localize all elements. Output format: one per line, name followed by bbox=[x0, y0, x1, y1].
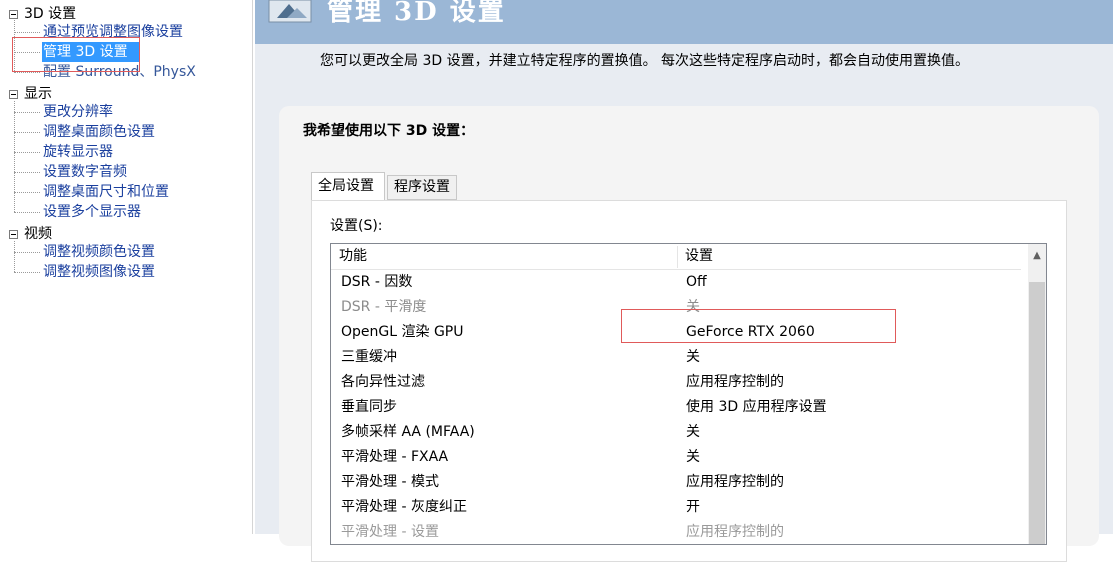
table-row[interactable]: 三重缓冲 关 bbox=[331, 345, 1021, 370]
tree-connector bbox=[14, 112, 40, 113]
tree-connector bbox=[14, 212, 40, 213]
feature-name: 平滑处理 - FXAA bbox=[341, 449, 449, 465]
feature-value: 关 bbox=[686, 349, 700, 365]
scroll-up-arrow-icon[interactable]: ▲ bbox=[1028, 244, 1046, 268]
tree-connector bbox=[14, 241, 15, 272]
settings-listview: 功能 设置 DSR - 因数 Off DSR - 平滑度 关 OpenGL 渲染… bbox=[330, 243, 1047, 545]
feature-value: 应用程序控制的 bbox=[686, 474, 784, 490]
feature-value: 关 bbox=[686, 424, 700, 440]
feature-name: 平滑处理 - 模式 bbox=[341, 474, 439, 490]
nvidia-3d-icon bbox=[268, 0, 312, 23]
column-header-setting[interactable]: 设置 bbox=[685, 244, 713, 269]
tree-connector bbox=[14, 152, 40, 153]
collapse-toggle-3d[interactable] bbox=[9, 10, 18, 19]
table-row[interactable]: 各向异性过滤 应用程序控制的 bbox=[331, 370, 1021, 395]
collapse-toggle-video[interactable] bbox=[9, 230, 18, 239]
table-row[interactable]: 平滑处理 - 灰度纠正 开 bbox=[331, 495, 1021, 520]
tree-item-desktop-color[interactable]: 调整桌面颜色设置 bbox=[43, 122, 155, 142]
settings-heading: 我希望使用以下 3D 设置： bbox=[303, 123, 475, 139]
tree-connector bbox=[14, 172, 40, 173]
tab-panel-global: 设置(S): 功能 设置 DSR - 因数 Off DSR - 平滑度 关 Op… bbox=[311, 200, 1067, 562]
feature-name: DSR - 平滑度 bbox=[341, 299, 427, 315]
page-header: 管理 3D 设置 bbox=[255, 0, 1113, 44]
tree-connector bbox=[14, 252, 40, 253]
scrollbar-thumb[interactable] bbox=[1029, 282, 1045, 544]
feature-value: 开 bbox=[686, 499, 700, 515]
tree-connector bbox=[14, 192, 40, 193]
feature-name: 多帧采样 AA (MFAA) bbox=[341, 424, 475, 440]
tree-item-change-resolution[interactable]: 更改分辨率 bbox=[43, 102, 113, 122]
table-row[interactable]: 垂直同步 使用 3D 应用程序设置 bbox=[331, 395, 1021, 420]
listview-header: 功能 设置 bbox=[331, 244, 1021, 270]
tree-item-video-color[interactable]: 调整视频颜色设置 bbox=[43, 242, 155, 262]
feature-name: 三重缓冲 bbox=[341, 349, 397, 365]
table-row[interactable]: 平滑处理 - 模式 应用程序控制的 bbox=[331, 470, 1021, 495]
feature-name: 平滑处理 - 灰度纠正 bbox=[341, 499, 467, 515]
feature-name: DSR - 因数 bbox=[341, 274, 413, 290]
column-divider[interactable] bbox=[677, 246, 678, 268]
column-header-feature[interactable]: 功能 bbox=[339, 244, 367, 269]
tree-connector bbox=[14, 272, 40, 273]
highlight-box bbox=[621, 309, 896, 343]
feature-value: 关 bbox=[686, 449, 700, 465]
table-row[interactable]: DSR - 因数 Off bbox=[331, 270, 1021, 295]
vertical-scrollbar[interactable]: ▲ bbox=[1028, 244, 1046, 544]
feature-name: 平滑处理 - 设置 bbox=[341, 524, 439, 540]
tree-connector bbox=[14, 101, 15, 212]
table-row[interactable]: 多帧采样 AA (MFAA) 关 bbox=[331, 420, 1021, 445]
page-title: 管理 3D 设置 bbox=[327, 0, 506, 27]
tree-item-multiple-displays[interactable]: 设置多个显示器 bbox=[43, 202, 141, 222]
tree-category-3d-settings[interactable]: 3D 设置 bbox=[24, 4, 76, 24]
table-row[interactable]: 平滑处理 - 设置 应用程序控制的 bbox=[331, 520, 1021, 544]
tree-item-video-image[interactable]: 调整视频图像设置 bbox=[43, 262, 155, 282]
feature-name: 垂直同步 bbox=[341, 399, 397, 415]
collapse-toggle-display[interactable] bbox=[9, 90, 18, 99]
tree-category-display[interactable]: 显示 bbox=[24, 84, 52, 104]
table-row[interactable]: 平滑处理 - FXAA 关 bbox=[331, 445, 1021, 470]
tree-item-rotate-display[interactable]: 旋转显示器 bbox=[43, 142, 113, 162]
feature-value: 应用程序控制的 bbox=[686, 524, 784, 540]
feature-name: OpenGL 渲染 GPU bbox=[341, 324, 464, 340]
tree-connector bbox=[14, 32, 40, 33]
tree-item-digital-audio[interactable]: 设置数字音频 bbox=[43, 162, 127, 182]
tree-connector bbox=[14, 72, 40, 73]
tree-item-desktop-size-position[interactable]: 调整桌面尺寸和位置 bbox=[43, 182, 169, 202]
feature-value: 使用 3D 应用程序设置 bbox=[686, 399, 827, 415]
tree-category-video[interactable]: 视频 bbox=[24, 224, 52, 244]
page-description: 您可以更改全局 3D 设置，并建立特定程序的置换值。 每次这些特定程序启动时，都… bbox=[320, 53, 970, 69]
navigation-tree: 3D 设置 通过预览调整图像设置 管理 3D 设置 配置 Surround、Ph… bbox=[0, 0, 253, 534]
feature-name: 各向异性过滤 bbox=[341, 374, 425, 390]
tree-connector bbox=[14, 132, 40, 133]
main-content: 您可以更改全局 3D 设置，并建立特定程序的置换值。 每次这些特定程序启动时，都… bbox=[255, 44, 1113, 562]
highlight-box bbox=[12, 37, 140, 72]
feature-value: 应用程序控制的 bbox=[686, 374, 784, 390]
feature-value: Off bbox=[686, 274, 707, 290]
tab-program-settings[interactable]: 程序设置 bbox=[387, 175, 457, 200]
settings-label: 设置(S): bbox=[330, 218, 383, 234]
tab-global-settings[interactable]: 全局设置 bbox=[311, 172, 385, 202]
